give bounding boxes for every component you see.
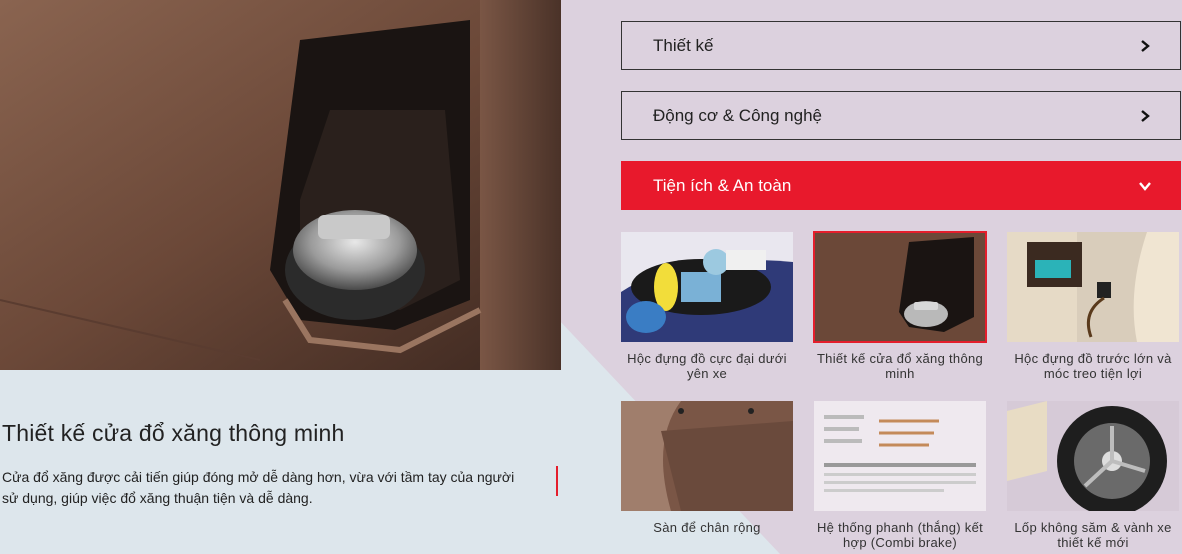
feature-title: Thiết kế cửa đổ xăng thông minh xyxy=(2,420,345,446)
accordion-label: Tiện ích & An toàn xyxy=(653,175,792,195)
thumbnail-front-storage-hook[interactable]: Hộc đựng đồ trước lớn và móc treo tiện l… xyxy=(1007,232,1179,381)
thumbnail-caption: Hệ thống phanh (thắng) kết hợp (Combi br… xyxy=(816,520,984,550)
thumbnail-combi-brake[interactable]: Hệ thống phanh (thắng) kết hợp (Combi br… xyxy=(814,401,986,550)
accordion-utility-safety[interactable]: Tiện ích & An toàn xyxy=(621,161,1181,210)
description-accent-bar xyxy=(556,466,558,496)
thumbnail-tubeless-tire[interactable]: Lốp không săm & vành xe thiết kế mới xyxy=(1007,401,1179,550)
thumbnail-caption: Lốp không săm & vành xe thiết kế mới xyxy=(1014,520,1172,550)
chevron-right-icon xyxy=(1141,109,1150,122)
thumbnail-image xyxy=(1007,401,1179,511)
accordion-engine-technology[interactable]: Động cơ & Công nghệ xyxy=(621,91,1181,140)
thumbnail-caption: Hộc đựng đồ trước lớn và móc treo tiện l… xyxy=(1014,351,1172,381)
chevron-right-icon xyxy=(1141,39,1150,52)
thumbnail-image xyxy=(814,401,986,511)
thumbnail-wide-floorboard[interactable]: Sàn để chân rộng xyxy=(621,401,793,535)
feature-hero-image xyxy=(0,0,561,370)
accordion-label: Động cơ & Công nghệ xyxy=(653,105,822,125)
feature-description: Cửa đổ xăng được cải tiến giúp đóng mở d… xyxy=(2,469,515,506)
thumbnail-image xyxy=(813,231,987,343)
thumbnail-caption: Sàn để chân rộng xyxy=(653,520,761,535)
thumbnail-caption: Thiết kế cửa đổ xăng thông minh xyxy=(816,351,984,381)
thumbnail-image xyxy=(621,232,793,342)
thumbnail-caption: Hộc đựng đồ cực đại dưới yên xe xyxy=(627,351,787,381)
chevron-down-icon xyxy=(1139,181,1151,191)
thumbnail-image xyxy=(621,401,793,511)
accordion-design[interactable]: Thiết kế xyxy=(621,21,1181,70)
thumbnail-under-seat-storage[interactable]: Hộc đựng đồ cực đại dưới yên xe xyxy=(621,232,793,381)
thumbnail-image xyxy=(1007,232,1179,342)
accordion-label: Thiết kế xyxy=(653,35,714,55)
thumbnail-fuel-door[interactable]: Thiết kế cửa đổ xăng thông minh xyxy=(813,231,987,381)
